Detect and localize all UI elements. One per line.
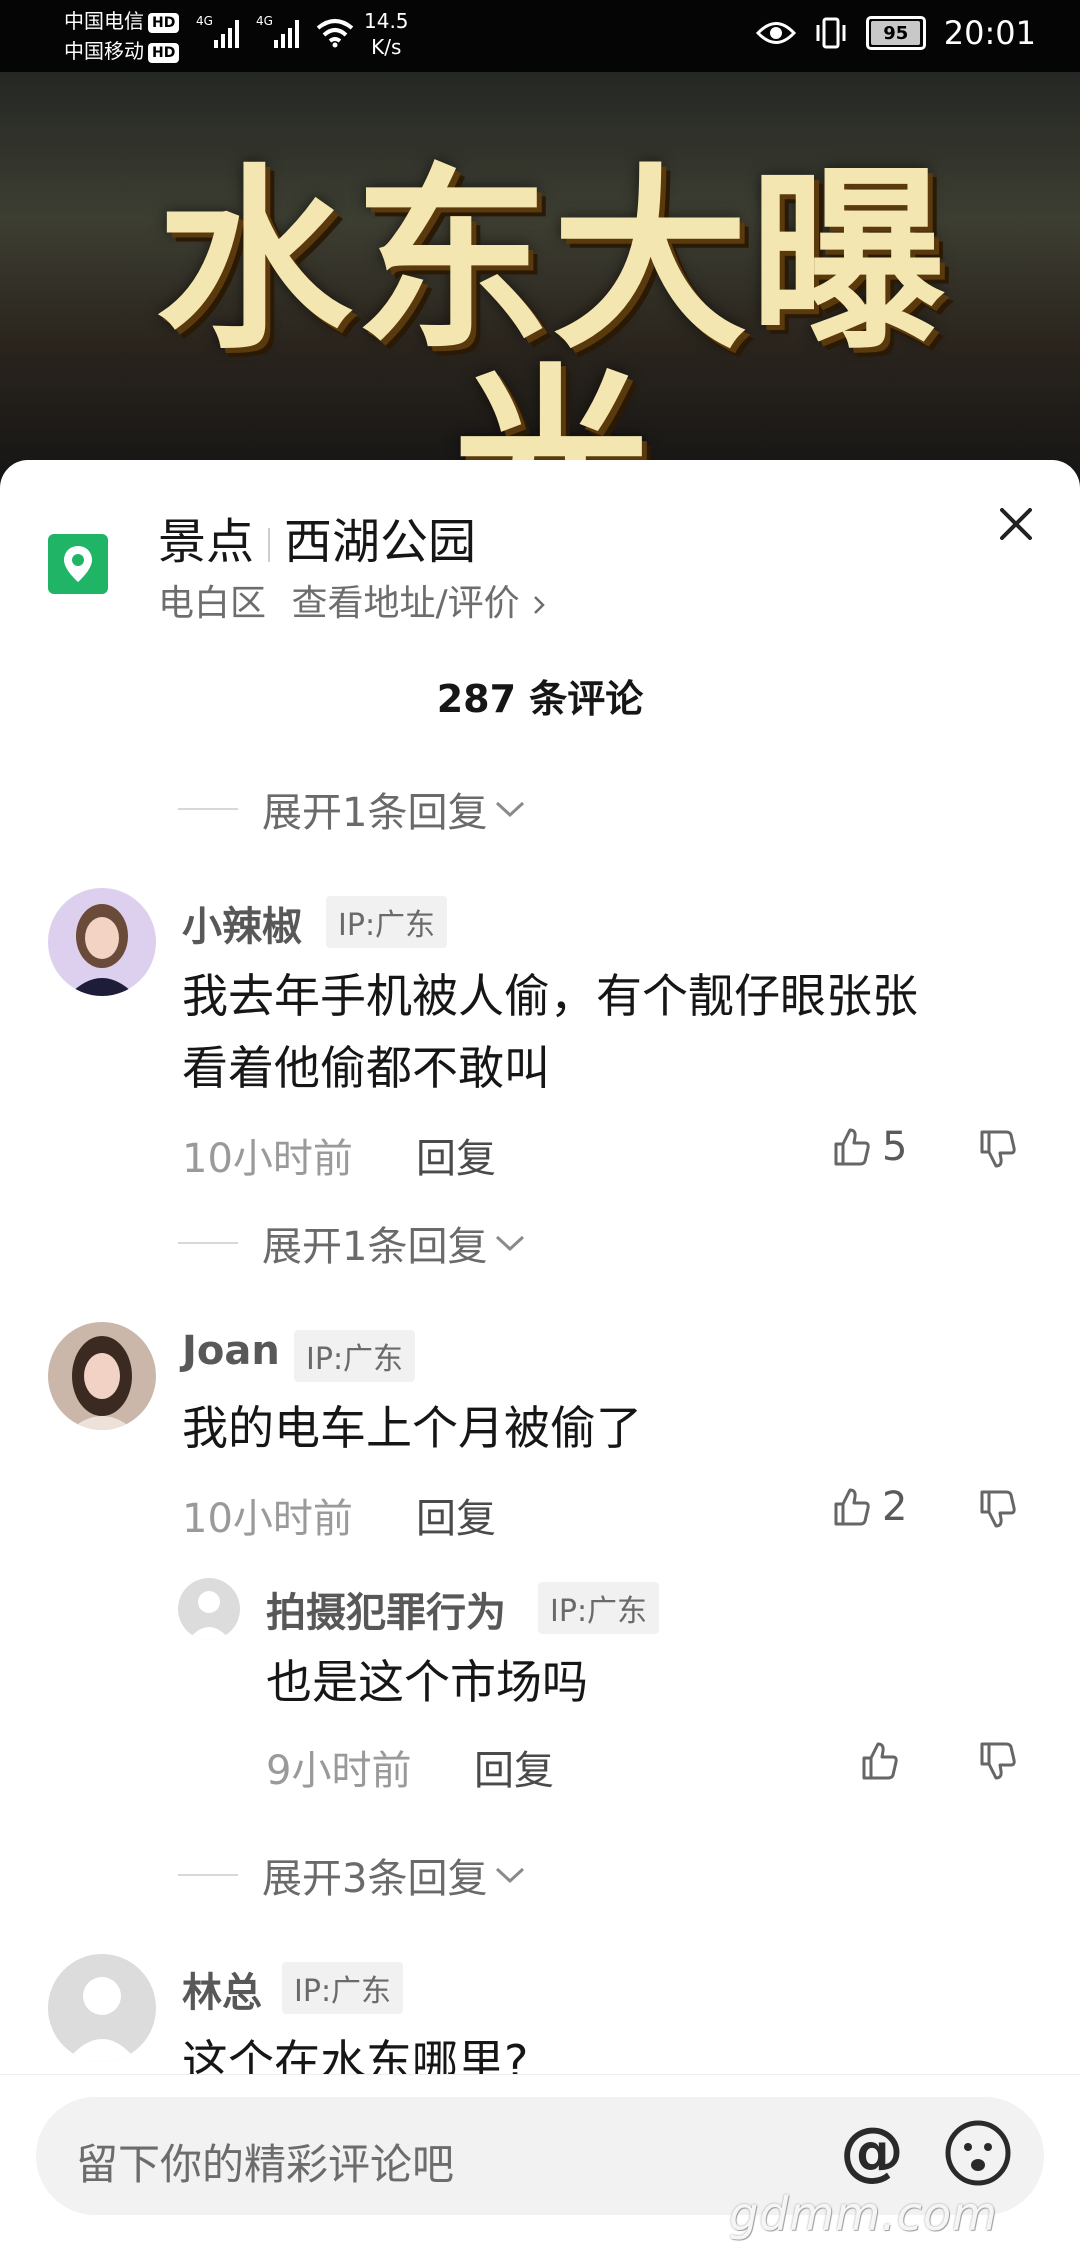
thumbs-down-icon[interactable] [976, 1488, 1018, 1530]
ip-location-badge: IP:广东 [294, 1330, 416, 1382]
location-district: 电白区 [158, 583, 267, 624]
like-count: 2 [882, 1484, 908, 1530]
location-subtitle[interactable]: 电白区 查看地址/评价 [158, 574, 547, 626]
comment-username[interactable]: Joan [182, 1328, 280, 1374]
hd-badge: HD [148, 42, 180, 63]
chevron-down-icon [496, 1235, 525, 1252]
comment-input-bar: 留下你的精彩评论吧 @ gdmm.com [0, 2074, 1080, 2245]
video-title-overlay: 水东大曝光 [155, 148, 948, 492]
carrier-2: 中国移动 [64, 39, 144, 63]
mention-icon[interactable]: @ [840, 2115, 904, 2189]
network-type-1: 4G [196, 14, 213, 28]
avatar[interactable] [178, 1578, 240, 1640]
thumbs-up-icon [834, 1488, 870, 1526]
reply-button[interactable]: 回复 [474, 1738, 554, 1796]
status-bar: 中国电信 HD 中国移动 HD 4G 4G 14.5 K/s 95 20:01 [0, 0, 1080, 72]
avatar[interactable] [48, 1954, 156, 2062]
thumbs-up-icon[interactable] [858, 1740, 900, 1782]
expand-replies-button[interactable]: 展开1条回复 [178, 780, 527, 838]
close-icon[interactable] [994, 502, 1038, 546]
watermark: gdmm.com [729, 2187, 998, 2241]
reply-text: 也是这个市场吗 [266, 1655, 588, 1709]
chevron-down-icon [496, 1867, 525, 1884]
reply-time: 9小时前 [266, 1748, 412, 1794]
vibrate-icon [816, 17, 846, 49]
like-count: 5 [882, 1124, 908, 1170]
location-pin-icon [48, 534, 108, 594]
location-name: 西湖公园 [284, 514, 477, 570]
avatar[interactable] [48, 1322, 156, 1430]
thumbs-up-icon [834, 1128, 870, 1166]
like-button[interactable]: 5 [830, 1124, 907, 1170]
thumbs-down-icon[interactable] [976, 1128, 1018, 1170]
reply-username[interactable]: 拍摄犯罪行为 [266, 1580, 506, 1638]
location-title[interactable]: 景点 西湖公园 [158, 502, 476, 572]
comment-username[interactable]: 林总 [182, 1960, 262, 2018]
network-type-2: 4G [256, 14, 273, 28]
eye-icon [755, 22, 796, 44]
comment-text: 看着他偷都不敢叫 [182, 1041, 550, 1095]
like-button[interactable]: 2 [830, 1484, 907, 1530]
avatar[interactable] [48, 888, 156, 996]
comment-text: 我去年手机被人偷，有个靓仔眼张张 [182, 969, 918, 1023]
comment-text: 我的电车上个月被偷了 [182, 1401, 642, 1455]
battery-icon: 95 [865, 16, 926, 50]
comment-time: 10小时前 [182, 1136, 353, 1182]
carrier-1: 中国电信 [64, 9, 144, 33]
expand-replies-button[interactable]: 展开3条回复 [178, 1846, 527, 1904]
chevron-right-icon [534, 596, 545, 614]
signal-icon [274, 18, 299, 48]
clock: 20:01 [943, 14, 1036, 52]
location-category: 景点 [158, 514, 255, 570]
comment-time: 10小时前 [182, 1496, 353, 1542]
chevron-down-icon [496, 801, 525, 818]
comment-sheet: 景点 西湖公园 电白区 查看地址/评价 287 条评论 展开1条回复 小辣椒 IP… [0, 460, 1080, 2244]
comment-input[interactable]: 留下你的精彩评论吧 @ gdmm.com [36, 2097, 1044, 2241]
reply-button[interactable]: 回复 [416, 1126, 496, 1184]
reply-button[interactable]: 回复 [416, 1486, 496, 1544]
thumbs-down-icon[interactable] [976, 1740, 1018, 1782]
net-speed: 14.5 K/s [364, 9, 409, 59]
comment-username[interactable]: 小辣椒 [182, 894, 302, 952]
wifi-icon [316, 19, 354, 48]
view-address-link[interactable]: 查看地址/评价 [291, 583, 519, 624]
comment-count: 287 条评论 [436, 677, 644, 721]
emoji-icon[interactable] [942, 2117, 1014, 2189]
expand-replies-button[interactable]: 展开1条回复 [178, 1214, 527, 1272]
ip-location-badge: IP:广东 [326, 896, 448, 948]
hd-badge: HD [148, 12, 180, 33]
ip-location-badge: IP:广东 [282, 1962, 404, 2014]
ip-location-badge: IP:广东 [538, 1582, 660, 1634]
divider [268, 528, 271, 562]
carrier-info: 中国电信 HD 中国移动 HD [64, 6, 180, 66]
signal-icon [214, 18, 239, 48]
comment-input-placeholder: 留下你的精彩评论吧 [76, 2140, 455, 2189]
video-player[interactable]: 水东大曝光 [0, 72, 1080, 492]
